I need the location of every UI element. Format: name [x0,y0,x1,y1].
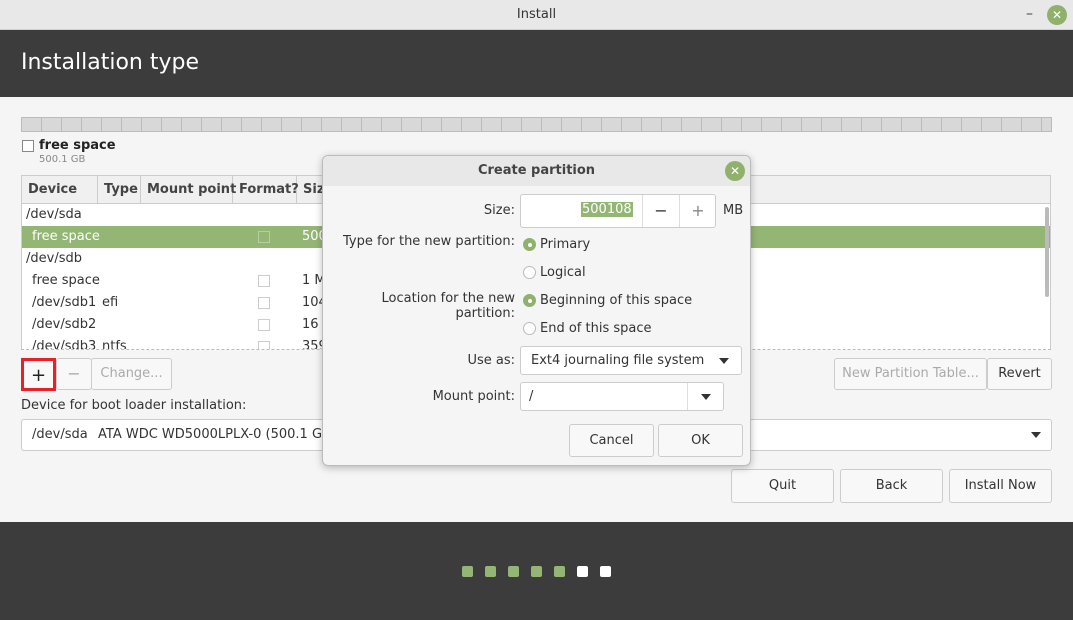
row-device: /dev/sdb [26,251,82,266]
create-partition-dialog: Create partition ✕ Size: 500108 − + MB T… [322,155,751,466]
use-as-label: Use as: [467,353,515,368]
column-format[interactable]: Format? [233,176,299,203]
row-device: /dev/sdb3 [32,339,97,350]
window-titlebar: Install [0,0,1073,30]
progress-step [577,566,588,577]
progress-step [531,566,542,577]
format-checkbox[interactable] [258,275,270,287]
size-spinbox[interactable]: 500108 − + [520,194,716,228]
radio-primary-label[interactable]: Primary [540,237,590,252]
row-type: ntfs [102,339,127,350]
radio-end[interactable] [523,322,536,335]
mount-point-combo[interactable]: / [520,382,724,411]
radio-beginning[interactable] [523,294,536,307]
size-increment-button[interactable]: + [679,195,716,227]
size-unit: MB [723,203,744,218]
window-title: Install [516,7,557,22]
size-decrement-button[interactable]: − [642,195,679,227]
location-label: Location for the new partition: [381,291,515,321]
dialog-close-icon[interactable]: ✕ [725,161,745,181]
disk-size: 500.1 GB [39,154,86,165]
progress-step [462,566,473,577]
mount-point-dropdown[interactable] [687,383,724,410]
chevron-down-icon [701,394,711,400]
bootloader-desc: ATA WDC WD5000LPLX-0 (500.1 GB) [98,427,337,442]
change-partition-button[interactable]: Change... [91,358,172,390]
format-checkbox[interactable] [258,319,270,331]
dialog-title: Create partition [323,156,750,186]
column-mount-point[interactable]: Mount point [141,176,236,203]
remove-partition-button[interactable]: − [56,358,92,390]
page-title: Installation type [21,50,199,75]
size-label: Size: [483,203,515,218]
format-checkbox[interactable] [258,341,270,349]
row-device: /dev/sdb2 [32,317,97,332]
mount-point-input[interactable]: / [529,389,533,404]
row-type: efi [102,295,119,310]
scrollbar[interactable] [1045,207,1049,297]
partition-bar [21,117,1052,132]
format-checkbox[interactable] [258,297,270,309]
column-type[interactable]: Type [98,176,141,203]
radio-logical[interactable] [523,266,536,279]
chevron-down-icon [1031,432,1041,438]
progress-step [508,566,519,577]
install-now-button[interactable]: Install Now [949,469,1052,503]
bootloader-device: /dev/sda [32,427,88,442]
row-device: /dev/sdb1 [32,295,97,310]
ok-button[interactable]: OK [658,424,743,457]
cancel-button[interactable]: Cancel [569,424,654,457]
column-device[interactable]: Device [22,176,98,203]
format-checkbox[interactable] [258,231,270,243]
progress-step [554,566,565,577]
radio-end-label[interactable]: End of this space [540,321,652,336]
mount-point-label: Mount point: [432,389,515,404]
back-button[interactable]: Back [840,469,943,503]
new-partition-table-button[interactable]: New Partition Table... [834,358,987,390]
chevron-down-icon [719,358,729,364]
radio-primary[interactable] [523,238,536,251]
row-device: free space [32,273,100,288]
quit-button[interactable]: Quit [731,469,834,503]
use-as-select[interactable]: Ext4 journaling file system [520,346,742,375]
disk-label: free space [39,138,116,153]
page-header: Installation type [0,30,1073,97]
use-as-value: Ext4 journaling file system [531,353,705,368]
bootloader-label: Device for boot loader installation: [21,398,247,413]
minimize-icon[interactable]: – [1026,6,1033,22]
size-input[interactable]: 500108 [581,202,633,217]
close-icon[interactable]: ✕ [1047,5,1067,25]
row-device: free space [32,229,100,244]
radio-beginning-label[interactable]: Beginning of this space [540,293,692,308]
progress-step [600,566,611,577]
row-device: /dev/sda [26,207,82,222]
legend-swatch [22,140,34,152]
radio-logical-label[interactable]: Logical [540,265,586,280]
progress-step [485,566,496,577]
revert-button[interactable]: Revert [987,358,1052,390]
add-partition-button[interactable]: + [21,358,56,391]
type-label: Type for the new partition: [342,234,515,249]
